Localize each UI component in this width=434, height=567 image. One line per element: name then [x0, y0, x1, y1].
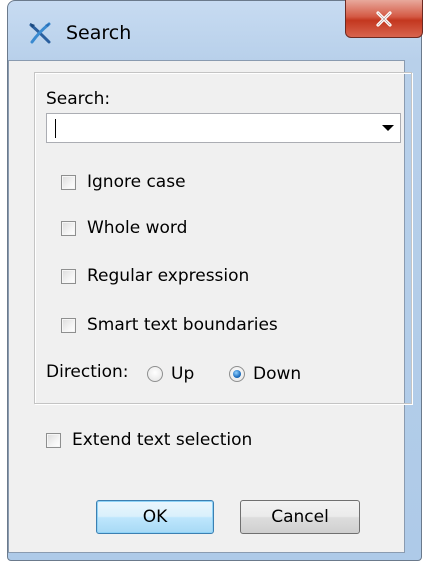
text-caret [55, 119, 56, 138]
direction-up-option[interactable]: Up [147, 364, 194, 384]
direction-down-radio[interactable] [229, 366, 245, 382]
regular-expression-label: Regular expression [87, 266, 250, 286]
whole-word-label: Whole word [87, 218, 188, 238]
extend-selection-label: Extend text selection [72, 430, 253, 450]
ignore-case-label: Ignore case [87, 172, 186, 192]
whole-word-checkbox[interactable] [61, 220, 76, 236]
search-input[interactable] [51, 117, 366, 139]
chevron-down-icon[interactable] [382, 125, 394, 131]
direction-up-radio[interactable] [147, 366, 163, 382]
direction-down-option[interactable]: Down [229, 364, 301, 384]
extend-selection-checkbox[interactable] [46, 432, 61, 448]
smart-text-boundaries-label: Smart text boundaries [87, 315, 278, 335]
regular-expression-checkbox[interactable] [61, 268, 76, 284]
direction-down-label: Down [253, 364, 302, 384]
ignore-case-checkbox[interactable] [61, 174, 76, 190]
direction-up-label: Up [171, 364, 195, 384]
smart-text-boundaries-checkbox[interactable] [61, 317, 76, 333]
whole-word-checkbox-row[interactable]: Whole word [61, 218, 187, 238]
search-label: Search: [46, 89, 111, 109]
ok-button[interactable]: OK [96, 500, 214, 534]
smart-text-boundaries-checkbox-row[interactable]: Smart text boundaries [61, 315, 278, 335]
regular-expression-checkbox-row[interactable]: Regular expression [61, 266, 249, 286]
direction-label: Direction: [46, 362, 129, 382]
extend-selection-checkbox-row[interactable]: Extend text selection [46, 430, 252, 450]
ignore-case-checkbox-row[interactable]: Ignore case [61, 172, 186, 192]
search-combobox[interactable] [46, 113, 401, 143]
cancel-button[interactable]: Cancel [240, 500, 360, 534]
